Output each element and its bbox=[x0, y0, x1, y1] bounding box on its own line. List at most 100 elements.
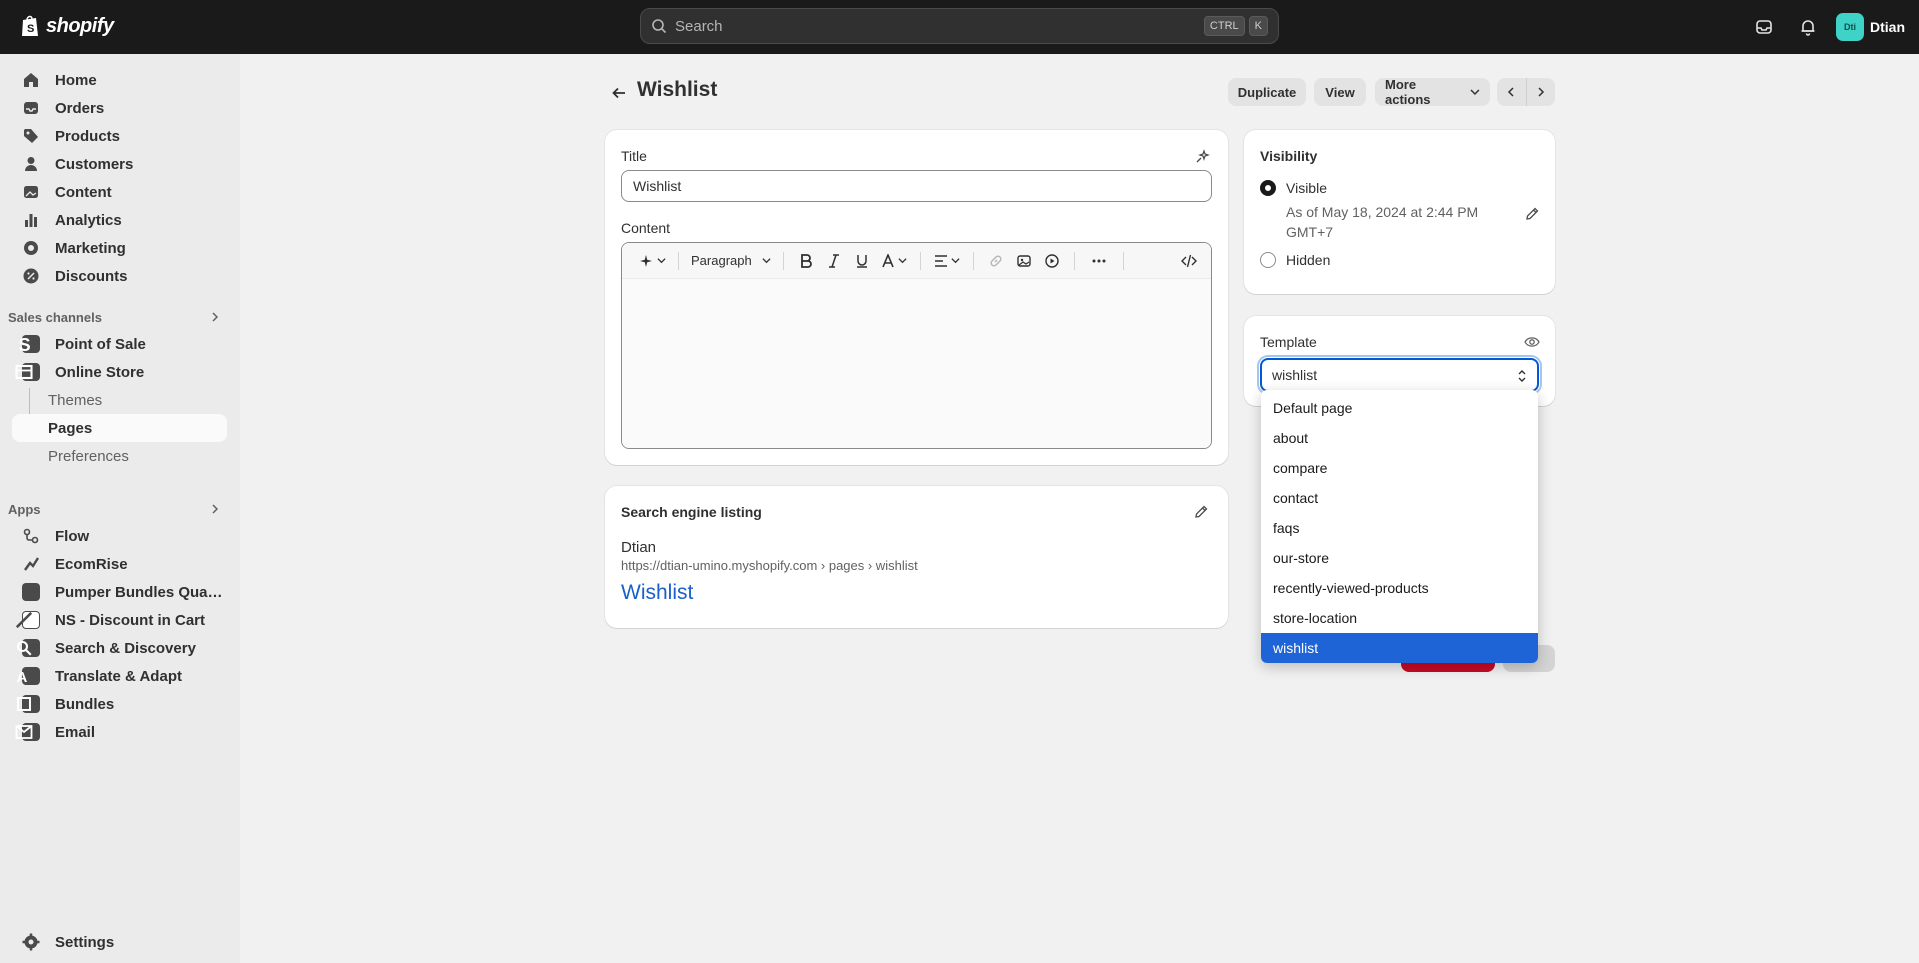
toolbar-divider bbox=[783, 251, 784, 270]
paragraph-format-select[interactable]: Paragraph bbox=[687, 247, 775, 275]
visibility-heading: Visibility bbox=[1260, 148, 1318, 164]
chevron-right-icon bbox=[1538, 87, 1544, 97]
arrow-left-icon bbox=[612, 87, 625, 99]
template-option-about[interactable]: about bbox=[1261, 423, 1538, 453]
sidebar-item-pumper-bundles[interactable]: Pumper Bundles Quantity ... bbox=[12, 578, 227, 606]
next-page-button[interactable] bbox=[1527, 78, 1556, 106]
hidden-label: Hidden bbox=[1286, 252, 1331, 268]
translate-app-icon: A bbox=[16, 667, 40, 685]
sidebar-item-label: Customers bbox=[55, 155, 134, 173]
duplicate-button[interactable]: Duplicate bbox=[1228, 78, 1306, 106]
align-button[interactable] bbox=[929, 247, 965, 275]
link-icon bbox=[990, 254, 1002, 267]
apps-section[interactable]: Apps bbox=[8, 498, 228, 520]
more-formatting-button[interactable] bbox=[1083, 247, 1115, 275]
back-button[interactable] bbox=[606, 80, 632, 106]
underline-button[interactable] bbox=[848, 247, 876, 275]
flow-icon bbox=[23, 528, 39, 544]
chevron-down-icon bbox=[951, 258, 960, 264]
show-html-button[interactable] bbox=[1175, 247, 1203, 275]
search-placeholder: Search bbox=[675, 17, 723, 35]
pencil-icon bbox=[1526, 207, 1539, 220]
template-option-our-store[interactable]: our-store bbox=[1261, 543, 1538, 573]
template-select[interactable]: wishlist bbox=[1260, 358, 1539, 392]
sidebar-item-preferences[interactable]: Preferences bbox=[12, 442, 227, 470]
notifications-button[interactable] bbox=[1786, 0, 1830, 54]
template-option-faqs[interactable]: faqs bbox=[1261, 513, 1538, 543]
sidebar-item-products[interactable]: Products bbox=[12, 122, 227, 150]
home-icon bbox=[24, 73, 38, 87]
sidebar-item-marketing[interactable]: Marketing bbox=[12, 234, 227, 262]
sidebar-item-search-discovery[interactable]: Search & Discovery bbox=[12, 634, 227, 662]
visible-radio[interactable] bbox=[1260, 180, 1276, 196]
sidebar-item-label: Home bbox=[55, 71, 97, 89]
sidebar-item-pages[interactable]: Pages bbox=[12, 414, 227, 442]
insert-image-button[interactable] bbox=[1010, 247, 1038, 275]
italic-button[interactable] bbox=[820, 247, 848, 275]
edit-seo-button[interactable] bbox=[1189, 500, 1213, 524]
sidebar-item-analytics[interactable]: Analytics bbox=[12, 206, 227, 234]
toolbar-divider bbox=[678, 251, 679, 270]
text-color-button[interactable] bbox=[876, 247, 912, 275]
template-option-default-page[interactable]: Default page bbox=[1261, 393, 1538, 423]
more-actions-button[interactable]: More actions bbox=[1375, 77, 1490, 107]
sidebar-item-settings[interactable]: Settings bbox=[12, 928, 227, 956]
sidebar-item-bundles[interactable]: Bundles bbox=[12, 690, 227, 718]
magic-sparkle-icon[interactable] bbox=[1195, 148, 1211, 164]
preview-template-button[interactable] bbox=[1520, 330, 1544, 354]
hidden-radio[interactable] bbox=[1260, 252, 1276, 268]
view-button[interactable]: View bbox=[1314, 78, 1366, 106]
sidebar-item-ns-discount[interactable]: NS - Discount in Cart bbox=[12, 606, 227, 634]
sidebar-item-flow[interactable]: Flow bbox=[12, 522, 227, 550]
sidebar-item-translate-adapt[interactable]: A Translate & Adapt bbox=[12, 662, 227, 690]
shortcut-k: K bbox=[1248, 16, 1268, 36]
sidebar-item-home[interactable]: Home bbox=[12, 66, 227, 94]
template-selected-value: wishlist bbox=[1272, 367, 1318, 383]
insert-video-button[interactable] bbox=[1038, 247, 1066, 275]
template-option-store-location[interactable]: store-location bbox=[1261, 603, 1538, 633]
bold-button[interactable] bbox=[792, 247, 820, 275]
sidebar-item-point-of-sale[interactable]: S Point of Sale bbox=[12, 330, 227, 358]
sidebar-item-themes[interactable]: Themes bbox=[12, 386, 227, 414]
template-option-wishlist[interactable]: wishlist bbox=[1261, 633, 1538, 663]
template-option-contact[interactable]: contact bbox=[1261, 483, 1538, 513]
insert-link-button[interactable] bbox=[982, 247, 1010, 275]
sidebar-item-content[interactable]: Content bbox=[12, 178, 227, 206]
template-option-compare[interactable]: compare bbox=[1261, 453, 1538, 483]
sidebar-item-online-store[interactable]: Online Store bbox=[12, 358, 227, 386]
sidebar-item-customers[interactable]: Customers bbox=[12, 150, 227, 178]
bold-icon bbox=[801, 253, 812, 268]
sidebar-item-label: Content bbox=[55, 183, 112, 201]
sidebar-item-discounts[interactable]: Discounts bbox=[12, 262, 227, 290]
sidebar-item-ecomrise[interactable]: EcomRise bbox=[12, 550, 227, 578]
sidebar: Home Orders Products Customers Content A… bbox=[0, 54, 240, 963]
template-option-recently-viewed-products[interactable]: recently-viewed-products bbox=[1261, 573, 1538, 603]
sidebar-item-label: Preferences bbox=[48, 447, 129, 465]
format-value: Paragraph bbox=[691, 253, 752, 268]
text-color-icon bbox=[882, 253, 894, 267]
rich-text-editor: Paragraph bbox=[621, 242, 1212, 449]
edit-visibility-date-button[interactable] bbox=[1520, 202, 1544, 226]
previous-page-button[interactable] bbox=[1497, 78, 1527, 106]
editor-body[interactable] bbox=[622, 279, 1211, 448]
sidebar-item-email[interactable]: Email bbox=[12, 718, 227, 746]
shopify-logo[interactable]: S shopify bbox=[20, 14, 114, 38]
inbox-icon bbox=[1756, 20, 1772, 34]
pos-icon: S bbox=[18, 335, 40, 353]
sparkle-icon bbox=[639, 254, 652, 267]
sidebar-item-orders[interactable]: Orders bbox=[12, 94, 227, 122]
inbox-icon bbox=[24, 102, 38, 114]
visible-label: Visible bbox=[1286, 180, 1327, 196]
template-heading: Template bbox=[1260, 334, 1317, 350]
sidebar-item-label: Bundles bbox=[55, 695, 115, 713]
account-menu[interactable]: Dti Dtian bbox=[1836, 13, 1905, 41]
chevron-right-icon bbox=[212, 312, 219, 322]
global-search[interactable]: Search CTRL K bbox=[640, 8, 1279, 44]
underline-icon bbox=[857, 254, 867, 268]
title-input[interactable]: Wishlist bbox=[621, 170, 1212, 202]
store-switcher-button[interactable] bbox=[1742, 0, 1786, 54]
sales-channels-section[interactable]: Sales channels bbox=[8, 306, 228, 328]
ai-generate-button[interactable] bbox=[634, 247, 670, 275]
seo-page-title: Wishlist bbox=[621, 581, 694, 604]
sidebar-item-label: Discounts bbox=[55, 267, 128, 285]
